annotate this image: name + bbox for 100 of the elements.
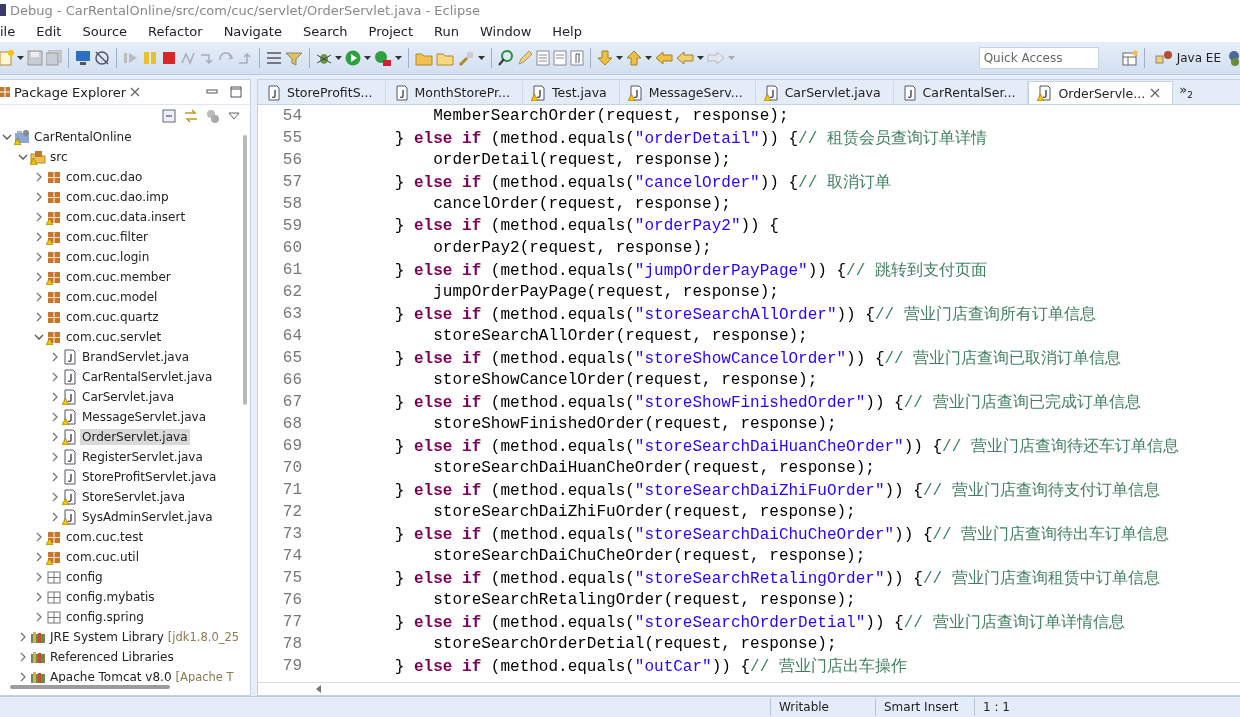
menu-item[interactable]: Project xyxy=(368,23,423,39)
perspective-button[interactable]: Java EE xyxy=(1150,48,1225,68)
tree-item[interactable]: com.cuc.util xyxy=(64,549,142,565)
caret-icon[interactable] xyxy=(335,56,342,60)
tree-item[interactable]: CarRentalServlet.java xyxy=(80,369,215,385)
caret-icon[interactable] xyxy=(616,56,623,60)
chevron-icon[interactable] xyxy=(34,172,44,182)
menu-item[interactable]: Source xyxy=(82,23,137,39)
close-icon[interactable] xyxy=(1150,88,1161,98)
menu-item[interactable]: ile xyxy=(0,23,25,39)
chevron-icon[interactable] xyxy=(50,392,60,402)
tree-item[interactable]: com.cuc.servlet xyxy=(64,329,164,345)
maximize-icon[interactable] xyxy=(230,86,242,98)
pilcrow-icon[interactable] xyxy=(570,50,584,66)
tree-item[interactable]: config.mybatis xyxy=(64,589,157,605)
tree-item[interactable]: RegisterServlet.java xyxy=(80,449,205,465)
tree-item[interactable]: com.cuc.filter xyxy=(64,229,150,245)
close-icon[interactable] xyxy=(130,87,141,97)
chevron-icon[interactable] xyxy=(34,592,44,602)
chevron-icon[interactable] xyxy=(2,132,12,142)
chevron-icon[interactable] xyxy=(34,272,44,282)
chevron-icon[interactable] xyxy=(34,192,44,202)
menu-item[interactable]: Search xyxy=(302,23,357,39)
tree-item[interactable]: com.cuc.dao xyxy=(64,169,145,185)
menu-item[interactable]: Help xyxy=(552,23,591,39)
quick-access-field[interactable]: Quick Access xyxy=(978,47,1099,69)
caret-icon[interactable] xyxy=(645,56,652,60)
tree-item[interactable]: com.cuc.dao.imp xyxy=(64,189,171,205)
tree-item[interactable]: src xyxy=(48,149,70,165)
tree-item[interactable]: JRE System Library xyxy=(48,629,166,645)
scrollbar-thumb[interactable] xyxy=(10,685,170,689)
chevron-icon[interactable] xyxy=(34,312,44,322)
tree-item[interactable]: com.cuc.quartz xyxy=(64,309,161,325)
tree-item[interactable]: SysAdminServlet.java xyxy=(80,509,215,525)
menu-item[interactable]: Window xyxy=(480,23,541,39)
scrollbar-thumb[interactable] xyxy=(243,135,247,405)
crossed-circle-icon[interactable] xyxy=(94,50,110,66)
editor-tab[interactable]: CarServlet.java xyxy=(755,81,894,104)
tree-item[interactable]: BrandServlet.java xyxy=(80,349,192,365)
chevron-icon[interactable] xyxy=(50,372,60,382)
scroll-left-icon[interactable] xyxy=(316,685,322,693)
chevron-icon[interactable] xyxy=(34,612,44,622)
chevron-icon[interactable] xyxy=(34,232,44,242)
editor-tab[interactable]: MonthStorePr... xyxy=(385,81,523,104)
tree-item[interactable]: Apache Tomcat v8.0 xyxy=(48,669,174,683)
chevron-icon[interactable] xyxy=(50,452,60,462)
open-perspective-icon[interactable] xyxy=(1121,50,1138,66)
tree-item[interactable]: Referenced Libraries xyxy=(48,649,176,665)
panel-title[interactable]: Package Explorer xyxy=(14,84,127,100)
tree-item[interactable]: MessageServlet.java xyxy=(80,409,208,425)
caret-icon[interactable] xyxy=(364,56,371,60)
chevron-icon[interactable] xyxy=(50,432,60,442)
caret-icon[interactable] xyxy=(17,56,24,60)
list-icon[interactable] xyxy=(266,50,282,66)
chevron-icon[interactable] xyxy=(18,672,28,682)
tree-item[interactable]: com.cuc.test xyxy=(64,529,146,545)
tree-item[interactable]: StoreServlet.java xyxy=(80,489,188,505)
chevron-icon[interactable] xyxy=(34,292,44,302)
chevron-icon[interactable] xyxy=(18,152,28,162)
chevron-icon[interactable] xyxy=(50,412,60,422)
menu-item[interactable]: Run xyxy=(434,23,469,39)
chevron-icon[interactable] xyxy=(18,632,28,642)
editor-tab[interactable]: MessageServ... xyxy=(619,81,756,104)
chevron-icon[interactable] xyxy=(34,552,44,562)
caret-icon[interactable] xyxy=(697,56,704,60)
tree-item[interactable]: com.cuc.data.insert xyxy=(64,209,188,225)
menu-item[interactable]: Refactor xyxy=(148,23,212,39)
java-file-icon xyxy=(763,84,780,101)
tree-item[interactable]: com.cuc.model xyxy=(64,289,160,305)
view-menu-icon[interactable] xyxy=(228,111,240,121)
tree-item[interactable]: com.cuc.member xyxy=(64,269,173,285)
monitor-icon[interactable] xyxy=(75,50,91,66)
tree-item[interactable]: config.spring xyxy=(64,609,146,625)
collapse-all-icon[interactable] xyxy=(162,109,176,123)
link-editor-icon[interactable] xyxy=(184,109,198,123)
tree-item[interactable]: config xyxy=(64,569,105,585)
chevron-icon[interactable] xyxy=(50,492,60,502)
editor-tab[interactable]: StoreProfitS... xyxy=(258,81,386,104)
caret-icon[interactable] xyxy=(478,56,485,60)
chevron-icon[interactable] xyxy=(34,572,44,582)
chevron-icon[interactable] xyxy=(50,512,60,522)
chevron-icon[interactable] xyxy=(18,652,28,662)
tree-item[interactable]: OrderServlet.java xyxy=(80,429,190,445)
tree-item[interactable]: CarRentalOnline xyxy=(32,129,134,145)
caret-icon[interactable] xyxy=(395,56,402,60)
editor-tab[interactable]: OrderServle... xyxy=(1028,81,1174,104)
chevron-icon[interactable] xyxy=(34,212,44,222)
chevron-icon[interactable] xyxy=(34,532,44,542)
chevron-icon[interactable] xyxy=(34,252,44,262)
tree-item[interactable]: CarServlet.java xyxy=(80,389,177,405)
editor-tab[interactable]: CarRentalSer... xyxy=(893,81,1029,104)
stop-icon[interactable] xyxy=(161,50,177,66)
menu-item[interactable]: Navigate xyxy=(223,23,291,39)
chevron-icon[interactable] xyxy=(50,352,60,362)
chevron-icon[interactable] xyxy=(34,332,44,342)
tree-item[interactable]: com.cuc.login xyxy=(64,249,152,265)
menu-item[interactable]: Edit xyxy=(36,23,71,39)
tree-item[interactable]: StoreProfitServlet.java xyxy=(80,469,219,485)
editor-tab[interactable]: Test.java xyxy=(522,81,620,104)
chevron-icon[interactable] xyxy=(50,472,60,482)
